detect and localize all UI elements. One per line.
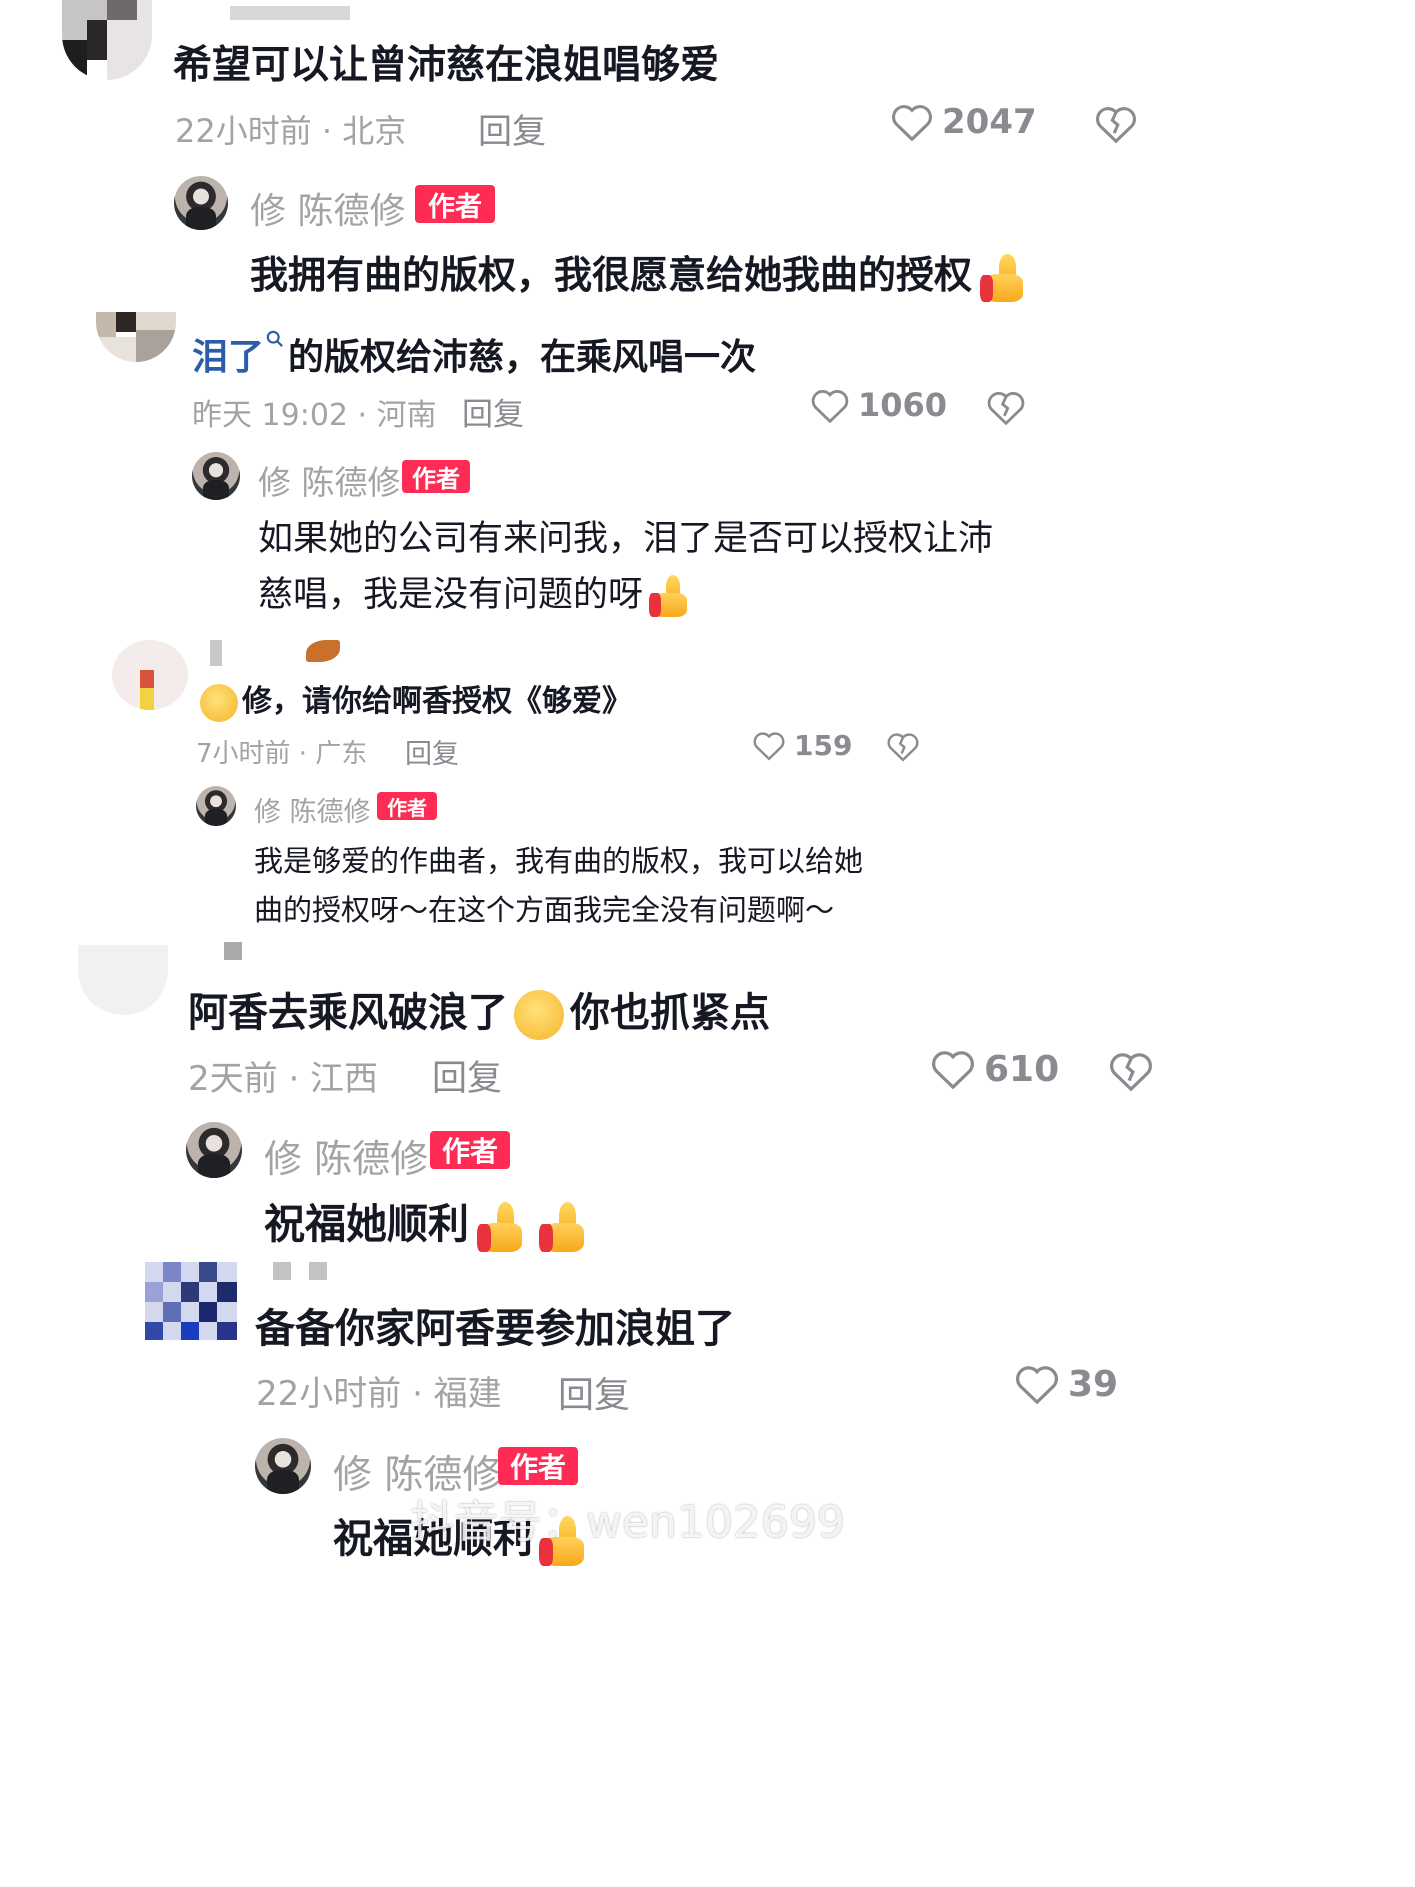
thumbs-up-emoji-icon [980,253,1028,302]
search-link[interactable]: 泪了 [192,337,264,378]
author-reply-text: 祝福她顺利 [264,1190,589,1252]
like-count: 39 [1068,1363,1119,1405]
reply-button[interactable]: 回复 [478,104,546,153]
author-reply-line: 慈唱，我是没有问题的呀 [258,566,691,617]
author-avatar[interactable] [192,452,240,500]
author-reply-line: 曲的授权呀～在这个方面我完全没有问题啊～ [254,893,835,927]
author-avatar[interactable] [174,176,228,230]
blurred-username [224,942,242,960]
author-reply-line: 我是够爱的作曲者，我有曲的版权，我可以给她 [254,844,864,878]
like-count: 1060 [858,386,948,424]
author-avatar[interactable] [186,1122,242,1178]
watermark: 抖音号：wen102699 [410,1497,845,1548]
author-name[interactable]: 修 陈德修 [258,456,401,504]
crying-face-emoji-icon [200,683,238,722]
author-name[interactable]: 修 陈德修 [264,1128,428,1183]
like-button[interactable]: 2047 [890,102,1037,142]
broken-heart-icon[interactable] [986,389,1026,426]
user-avatar[interactable] [145,1262,237,1340]
author-badge: 作者 [498,1447,578,1485]
author-badge: 作者 [430,1131,510,1169]
like-button[interactable]: 159 [752,729,852,762]
author-name[interactable]: 修 陈德修 [254,790,371,829]
thumbs-up-emoji-icon [539,1202,589,1252]
comment-meta: 7小时前 · 广东 [196,739,368,769]
comment-text: 泪了 的版权给沛慈，在乘风唱一次 [192,328,756,380]
like-button[interactable]: 39 [1014,1363,1118,1405]
author-reply-line: 如果她的公司有来问我，泪了是否可以授权让沛 [258,519,994,559]
search-icon[interactable] [266,330,284,348]
reply-button[interactable]: 回复 [462,389,524,434]
user-avatar[interactable] [78,945,168,1015]
heart-outline-icon [753,732,785,761]
author-badge: 作者 [377,792,437,820]
user-avatar[interactable] [112,640,188,710]
like-button[interactable]: 1060 [810,386,947,424]
blurred-username [309,1262,327,1280]
comment-text: 阿香去乘风破浪了 你也抓紧点 [188,980,770,1040]
comment-meta: 22小时前 · 福建 [256,1374,502,1414]
reply-button[interactable]: 回复 [432,1050,502,1101]
comment-text: 希望可以让曾沛慈在浪姐唱够爱 [173,43,720,88]
heart-outline-icon [892,105,932,142]
heart-outline-icon [932,1051,974,1090]
comment-text: 备备你家阿香要参加浪姐了 [255,1306,735,1352]
broken-heart-icon[interactable] [1108,1050,1154,1092]
reply-button[interactable]: 回复 [405,732,459,771]
author-badge: 作者 [415,185,495,223]
blurred-username [230,6,350,20]
author-avatar[interactable] [255,1438,311,1494]
broken-heart-icon[interactable] [1094,104,1138,144]
author-reply-text: 我拥有曲的版权，我很愿意给她我曲的授权 [250,244,1028,302]
heart-outline-icon [811,389,849,423]
heart-outline-icon [1016,1366,1058,1405]
comment-meta: 昨天 19:02 · 河南 [192,398,437,433]
like-button[interactable]: 610 [930,1048,1059,1090]
blurred-username [273,1262,291,1280]
like-count: 610 [984,1048,1060,1090]
author-avatar[interactable] [196,786,236,826]
leaf-emoji-icon [306,640,340,662]
blurred-username [210,640,222,666]
author-name[interactable]: 修 陈德修 [250,182,405,234]
broken-heart-icon[interactable] [886,731,920,762]
comment-meta: 22小时前 · 北京 [175,112,407,150]
like-count: 2047 [942,102,1037,142]
smirk-face-emoji-icon [514,990,564,1040]
reply-button[interactable]: 回复 [558,1366,630,1418]
thumbs-up-emoji-icon [649,575,691,617]
comment-meta: 2天前 · 江西 [188,1059,379,1099]
like-count: 159 [794,729,853,762]
thumbs-up-emoji-icon [477,1202,527,1252]
user-avatar[interactable] [96,312,176,362]
author-badge: 作者 [402,460,470,493]
user-avatar[interactable] [62,0,152,80]
comment-text: 修，请你给啊香授权《够爱》 [200,676,632,722]
